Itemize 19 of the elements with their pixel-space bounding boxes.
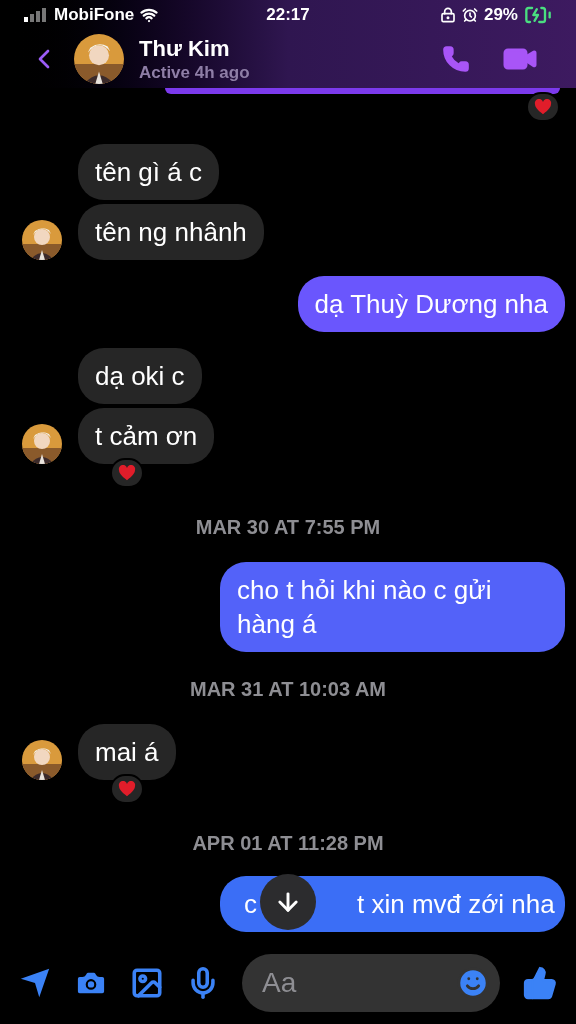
clock-time: 22:17	[266, 4, 310, 27]
sent-message: cho t hỏi khi nào c gửi hàng á	[220, 562, 565, 652]
text-input[interactable]: Aa	[262, 962, 456, 1004]
message-text: c	[244, 888, 257, 921]
received-message: tên gì á c	[78, 144, 219, 200]
received-message: t cảm ơn	[78, 408, 215, 464]
received-message: mai á	[78, 724, 176, 780]
timestamp: MAR 30 AT 7:55 PM	[195, 515, 381, 540]
contact-name: Thư Kim	[139, 34, 231, 63]
received-message: dạ oki c	[78, 348, 202, 404]
timestamp: APR 01 AT 11:28 PM	[192, 831, 384, 856]
message-input-field[interactable]: Aa	[242, 954, 500, 1012]
sent-message: dạ Thuỳ Dương nha	[297, 276, 565, 332]
carrier-name: MobiFone	[54, 4, 135, 27]
timestamp: MAR 31 AT 10:03 AM	[190, 677, 386, 702]
received-message: tên ng nhânh	[78, 204, 264, 260]
battery-percent: 29%	[483, 4, 518, 27]
message-text: t xin mvđ zới nha	[357, 888, 555, 921]
active-status: Active 4h ago	[139, 62, 250, 84]
